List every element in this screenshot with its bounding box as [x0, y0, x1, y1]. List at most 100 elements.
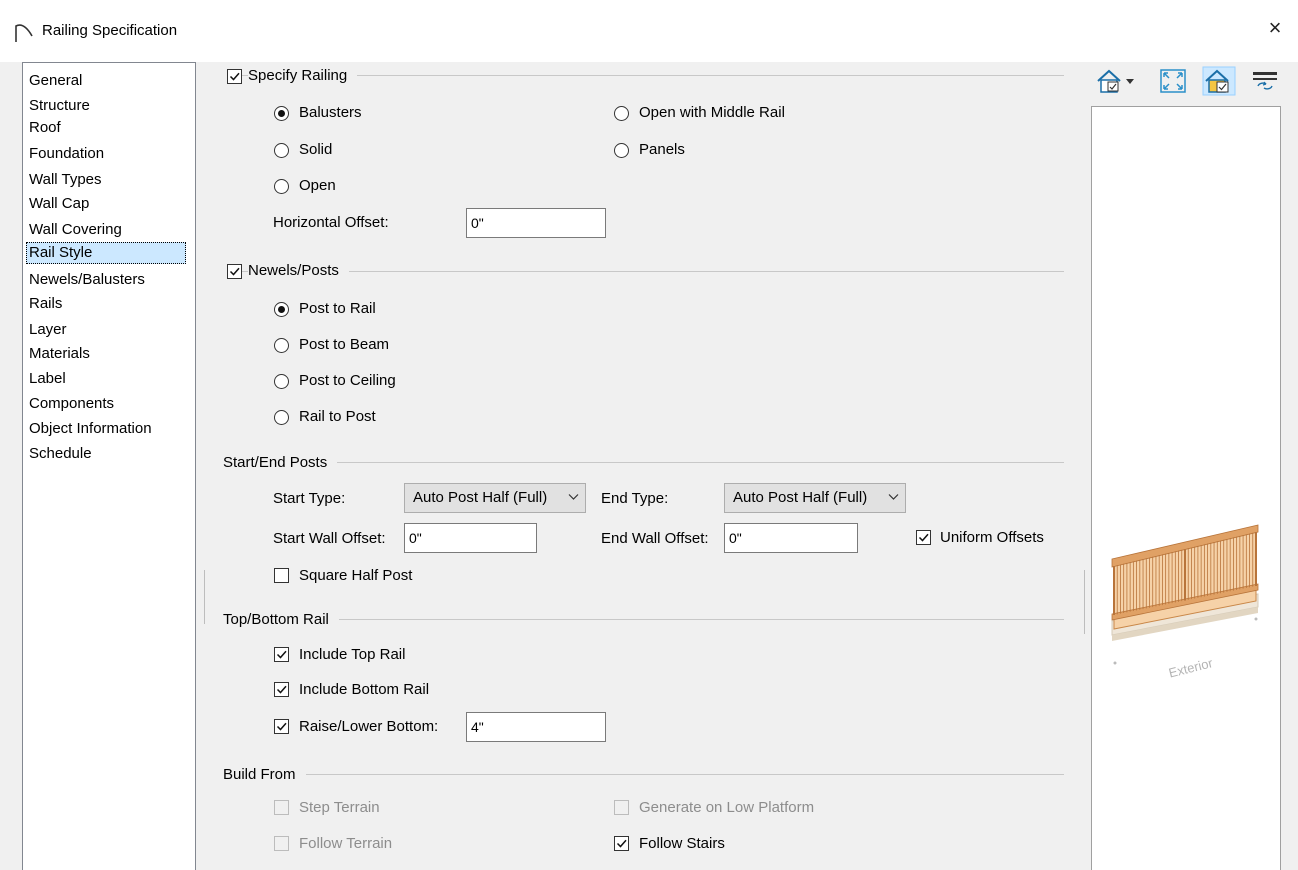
railing-3d-preview: Exterior: [1111, 524, 1259, 681]
generate-low-platform-checkbox: [614, 800, 629, 815]
exterior-label: Exterior: [1167, 655, 1215, 681]
open-middle-rail-label: Open with Middle Rail: [639, 104, 785, 121]
raise-lower-bottom-label: Raise/Lower Bottom:: [299, 718, 439, 735]
railing-app-icon: [15, 24, 33, 42]
specify-railing-checkbox[interactable]: [227, 69, 242, 84]
show-house-icon: [1202, 66, 1236, 96]
follow-terrain-label: Follow Terrain: [299, 835, 393, 852]
show-house-button[interactable]: [1202, 66, 1236, 96]
step-terrain-checkbox: [274, 800, 289, 815]
horizontal-offset-label: Horizontal Offset:: [273, 214, 389, 231]
newels-posts-checkbox[interactable]: [227, 264, 242, 279]
swap-side-icon: [1253, 72, 1277, 90]
open-radio[interactable]: [274, 179, 289, 194]
open-label: Open: [299, 177, 336, 194]
group-divider: [224, 774, 1064, 775]
left-splitter[interactable]: [204, 570, 205, 624]
camera-view-icon: [1097, 69, 1134, 93]
sidebar-item-layer[interactable]: Layer: [26, 319, 70, 341]
balusters-label: Balusters: [299, 104, 362, 121]
camera-view-button[interactable]: [1094, 66, 1138, 96]
raise-lower-bottom-input[interactable]: 4": [466, 712, 606, 742]
post-to-rail-label: Post to Rail: [299, 300, 376, 317]
start-wall-offset-label: Start Wall Offset:: [273, 530, 386, 547]
chevron-down-icon: [568, 494, 579, 500]
follow-stairs-label: Follow Stairs: [639, 835, 725, 852]
panels-label: Panels: [639, 141, 685, 158]
square-half-post-label: Square Half Post: [299, 567, 413, 584]
solid-radio[interactable]: [274, 143, 289, 158]
sidebar-item-wall-covering[interactable]: Wall Covering: [26, 219, 125, 241]
include-top-rail-checkbox[interactable]: [274, 647, 289, 662]
horizontal-offset-input[interactable]: 0": [466, 208, 606, 238]
sidebar-item-foundation[interactable]: Foundation: [26, 143, 107, 165]
end-type-value: Auto Post Half (Full): [733, 489, 868, 506]
sidebar-item-wall-cap[interactable]: Wall Cap: [26, 193, 92, 215]
sidebar-item-components[interactable]: Components: [26, 393, 117, 415]
check-icon: [276, 650, 287, 659]
right-splitter[interactable]: [1084, 570, 1085, 634]
sidebar-item-roof[interactable]: Roof: [26, 117, 64, 139]
generate-low-platform-label: Generate on Low Platform: [639, 799, 815, 816]
end-type-select[interactable]: Auto Post Half (Full): [724, 483, 906, 513]
post-to-ceiling-label: Post to Ceiling: [299, 372, 396, 389]
sidebar-item-structure[interactable]: Structure: [26, 95, 93, 117]
start-type-value: Auto Post Half (Full): [413, 489, 548, 506]
post-to-ceiling-radio[interactable]: [274, 374, 289, 389]
swap-side-button[interactable]: [1250, 66, 1280, 96]
chevron-down-icon: [888, 494, 899, 500]
uniform-offsets-checkbox[interactable]: [916, 530, 931, 545]
check-icon: [616, 839, 627, 848]
solid-label: Solid: [299, 141, 333, 158]
end-type-label: End Type:: [601, 490, 669, 507]
check-icon: [229, 72, 240, 81]
sidebar-item-newels-balusters[interactable]: Newels/Balusters: [26, 269, 148, 291]
sidebar-item-general[interactable]: General: [26, 70, 85, 92]
check-icon: [229, 267, 240, 276]
check-icon: [918, 533, 929, 542]
uniform-offsets-label: Uniform Offsets: [940, 529, 1044, 546]
newels-posts-label: Newels/Posts: [248, 262, 349, 279]
include-bottom-rail-label: Include Bottom Rail: [299, 681, 430, 698]
start-end-posts-label: Start/End Posts: [223, 454, 338, 471]
step-terrain-label: Step Terrain: [299, 799, 380, 816]
window-title: Railing Specification: [42, 22, 178, 39]
sidebar-item-rails[interactable]: Rails: [26, 293, 65, 315]
sidebar-item-rail-style[interactable]: Rail Style: [26, 242, 186, 264]
start-type-select[interactable]: Auto Post Half (Full): [404, 483, 586, 513]
group-divider: [224, 619, 1064, 620]
title-bar: Railing Specification ×: [0, 0, 1298, 62]
start-type-label: Start Type:: [273, 490, 346, 507]
post-to-beam-radio[interactable]: [274, 338, 289, 353]
sidebar-item-wall-types[interactable]: Wall Types: [26, 169, 105, 191]
build-from-label: Build From: [223, 766, 306, 783]
panels-radio[interactable]: [614, 143, 629, 158]
post-to-rail-radio[interactable]: [274, 302, 289, 317]
square-half-post-checkbox[interactable]: [274, 568, 289, 583]
railing-preview-pane[interactable]: Exterior: [1091, 106, 1281, 870]
rail-to-post-radio[interactable]: [274, 410, 289, 425]
group-divider: [228, 271, 1064, 272]
sidebar-item-schedule[interactable]: Schedule: [26, 443, 95, 465]
raise-lower-bottom-checkbox[interactable]: [274, 719, 289, 734]
fit-view-icon: [1160, 69, 1186, 93]
sidebar-item-materials[interactable]: Materials: [26, 343, 93, 365]
balusters-radio[interactable]: [274, 106, 289, 121]
end-wall-offset-input[interactable]: 0": [724, 523, 858, 553]
fit-view-button[interactable]: [1158, 66, 1188, 96]
close-button[interactable]: ×: [1252, 10, 1298, 46]
include-top-rail-label: Include Top Rail: [299, 646, 406, 663]
group-divider: [224, 462, 1064, 463]
check-icon: [276, 685, 287, 694]
follow-terrain-checkbox: [274, 836, 289, 851]
top-bottom-rail-label: Top/Bottom Rail: [223, 611, 339, 628]
include-bottom-rail-checkbox[interactable]: [274, 682, 289, 697]
category-list[interactable]: General Structure Roof Foundation Wall T…: [22, 62, 196, 870]
sidebar-item-label[interactable]: Label: [26, 368, 69, 390]
sidebar-item-object-information[interactable]: Object Information: [26, 418, 155, 440]
start-wall-offset-input[interactable]: 0": [404, 523, 537, 553]
end-wall-offset-label: End Wall Offset:: [601, 530, 709, 547]
open-middle-rail-radio[interactable]: [614, 106, 629, 121]
rail-to-post-label: Rail to Post: [299, 408, 376, 425]
follow-stairs-checkbox[interactable]: [614, 836, 629, 851]
